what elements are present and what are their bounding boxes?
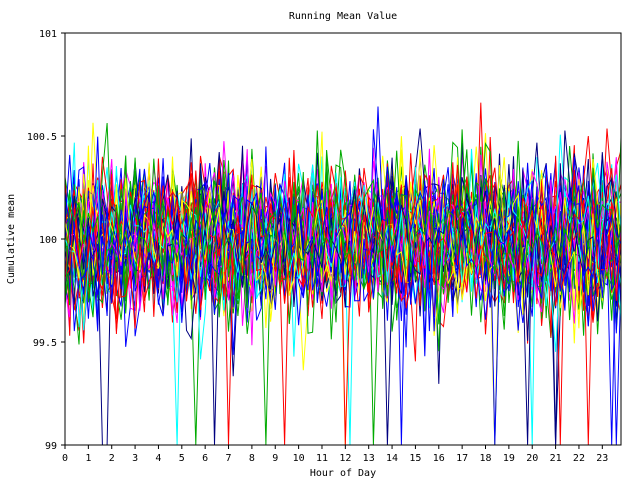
x-tick-label: 23 (596, 453, 608, 464)
x-tick-label: 7 (226, 453, 232, 464)
x-tick-label: 14 (386, 453, 398, 464)
y-axis-label: Cumulative mean (6, 194, 17, 284)
x-tick-label: 22 (573, 453, 585, 464)
y-tick-label: 101 (39, 29, 57, 40)
x-tick-label: 9 (272, 453, 278, 464)
y-tick-label: 99.5 (33, 338, 57, 349)
chart-title: Running Mean Value (289, 11, 397, 22)
x-tick-label: 0 (62, 453, 68, 464)
x-tick-label: 20 (526, 453, 538, 464)
x-tick-label: 3 (132, 453, 138, 464)
chart: 0 1 2 3 4 5 6 7 8 9 10 11 12 13 14 15 16 17 18 19 20 21 22 23 99… (0, 0, 640, 480)
y-tick-label: 99 (45, 441, 57, 452)
x-tick-label: 18 (479, 453, 491, 464)
chart-svg: 0 1 2 3 4 5 6 7 8 9 10 11 12 13 14 15 16 17 18 19 20 21 22 2399… (0, 0, 640, 480)
x-tick-label: 13 (363, 453, 375, 464)
x-tick-label: 2 (109, 453, 115, 464)
x-tick-label: 11 (316, 453, 328, 464)
x-tick-label: 4 (155, 453, 161, 464)
x-tick-label: 6 (202, 453, 208, 464)
x-tick-label: 17 (456, 453, 468, 464)
x-tick-label: 19 (503, 453, 515, 464)
x-tick-label: 15 (409, 453, 421, 464)
y-tick-label: 100.5 (27, 132, 57, 143)
y-tick-label: 100 (39, 235, 57, 246)
x-tick-label: 8 (249, 453, 255, 464)
x-tick-label: 5 (179, 453, 185, 464)
x-tick-label: 12 (339, 453, 351, 464)
x-tick-label: 21 (550, 453, 562, 464)
x-axis-label: Hour of Day (310, 468, 376, 479)
x-tick-label: 10 (293, 453, 305, 464)
x-tick-label: 16 (433, 453, 445, 464)
x-tick-label: 1 (85, 453, 91, 464)
